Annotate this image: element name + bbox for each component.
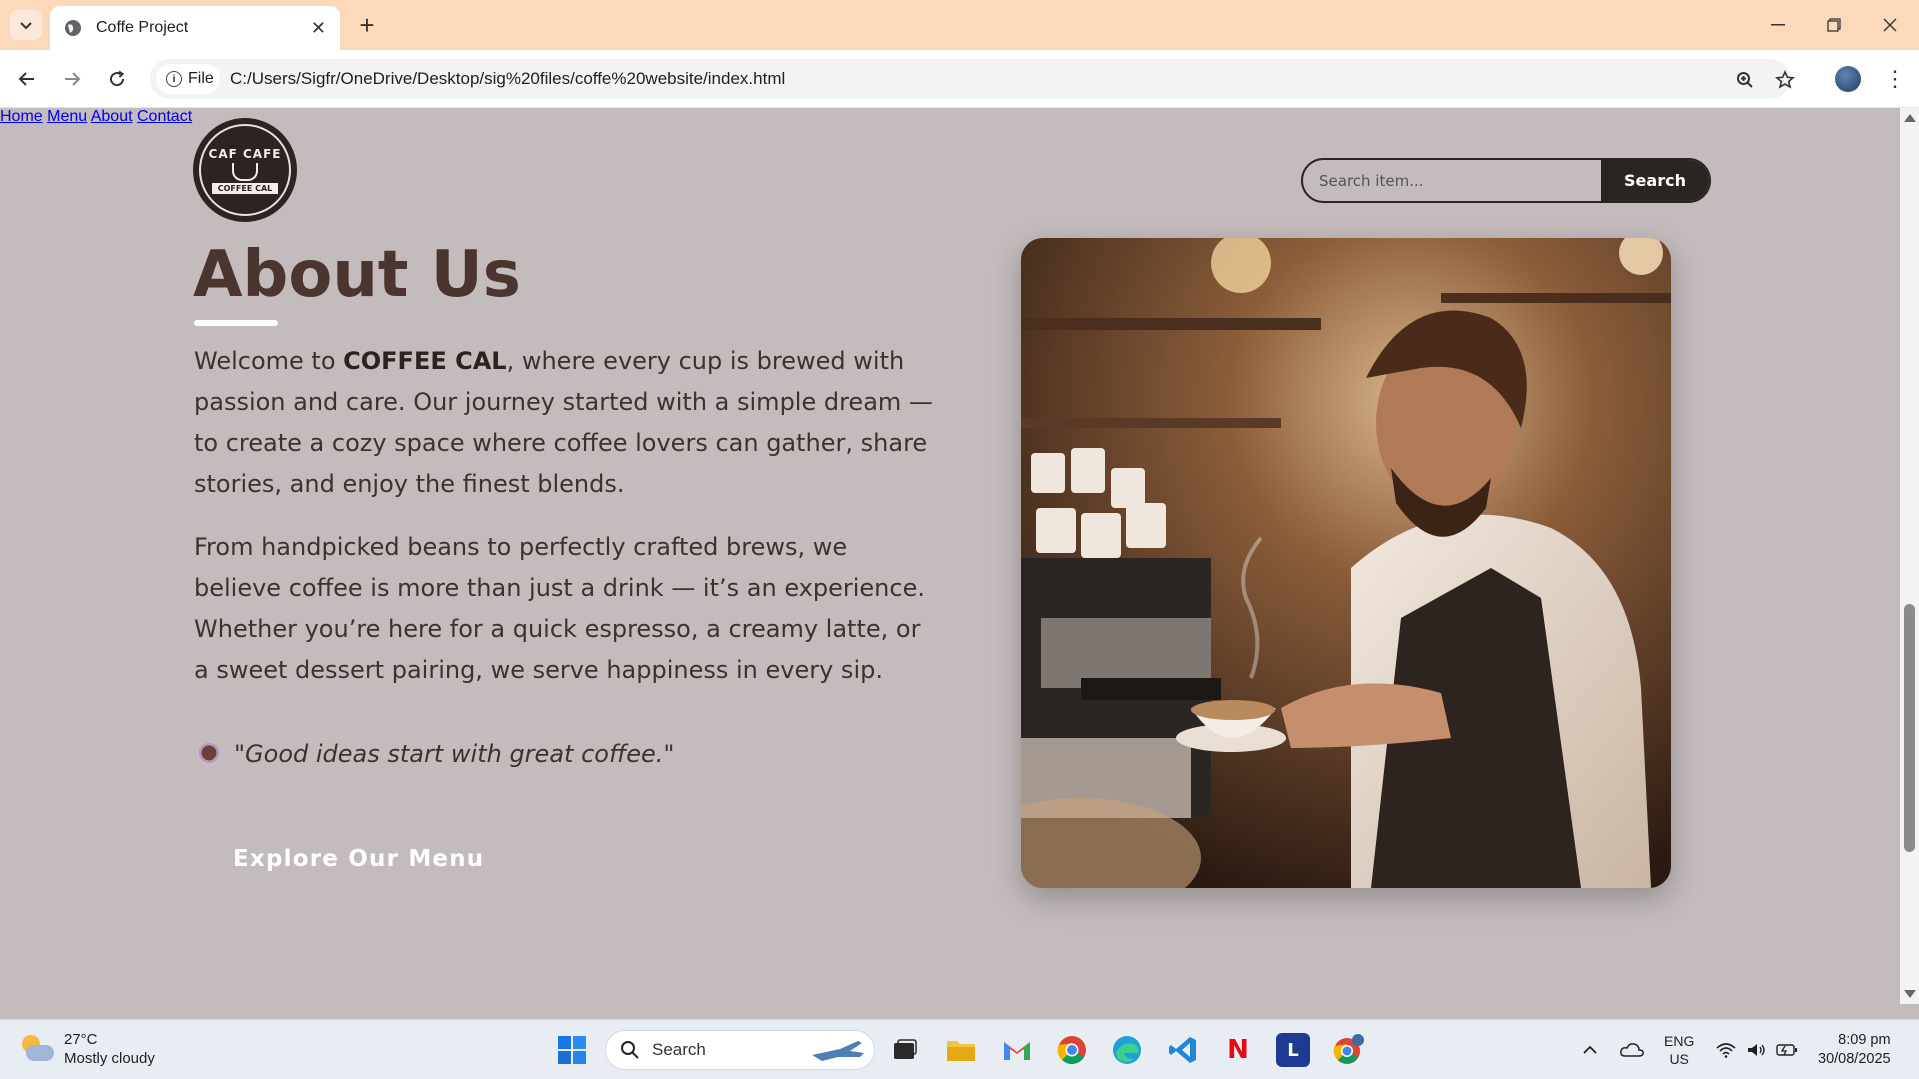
close-icon <box>1883 18 1897 32</box>
clock-date: 30/08/2025 <box>1818 1051 1891 1067</box>
battery-icon[interactable] <box>1776 1020 1798 1079</box>
back-button[interactable] <box>12 64 42 94</box>
nav-contact[interactable]: Contact <box>137 108 192 125</box>
nav-about[interactable]: About <box>91 108 133 125</box>
wifi-icon[interactable] <box>1716 1020 1736 1079</box>
logo-ring: CAF CAFE COFFEE CAL <box>199 124 291 216</box>
language-indicator[interactable]: ENG US <box>1664 1020 1694 1079</box>
search-icon <box>621 1041 639 1059</box>
reload-button[interactable] <box>102 64 132 94</box>
explore-menu-button[interactable]: Explore Our Menu <box>233 846 484 872</box>
tab-search-button[interactable] <box>10 10 42 40</box>
page-scrollbar[interactable] <box>1900 108 1919 1004</box>
forward-button[interactable] <box>57 64 87 94</box>
info-icon: i <box>166 71 182 87</box>
page-viewport: CAF CAFE COFFEE CAL Home Menu About Cont… <box>0 108 1900 1004</box>
quote-text: "Good ideas start with great coffee." <box>234 740 675 768</box>
browser-menu-icon[interactable]: ⋮ <box>1880 64 1910 94</box>
p1-before: Welcome to <box>194 347 344 375</box>
main-nav: Home Menu About Contact <box>0 108 1900 126</box>
globe-icon <box>65 20 81 36</box>
arrow-right-icon <box>65 72 81 86</box>
browser-toolbar: i File C:/Users/Sigfr/OneDrive/Desktop/s… <box>0 50 1919 108</box>
coffee-cup-icon <box>232 162 258 181</box>
lang-bottom: US <box>1669 1051 1689 1067</box>
restore-icon <box>1827 18 1841 32</box>
search-input[interactable] <box>1303 160 1601 201</box>
title-underline <box>194 320 278 326</box>
clock-time: 8:09 pm <box>1838 1032 1891 1048</box>
site-search: Search <box>1301 158 1711 203</box>
about-paragraph-1: Welcome to COFFEE CAL, where every cup i… <box>194 341 934 505</box>
onedrive-icon[interactable] <box>1620 1020 1644 1079</box>
weather-desc: Mostly cloudy <box>64 1050 155 1067</box>
vscode-icon[interactable] <box>1166 1033 1200 1067</box>
barista-photo <box>1021 238 1671 888</box>
logo-arc-text: CAF CAFE <box>208 146 282 161</box>
browser-tab-strip: Coffe Project ✕ + <box>0 0 1919 50</box>
new-tab-button[interactable]: + <box>352 10 382 40</box>
nav-menu[interactable]: Menu <box>47 108 87 125</box>
tray-overflow-icon[interactable] <box>1582 1020 1598 1079</box>
about-title: About Us <box>193 238 521 312</box>
gmail-icon[interactable] <box>1000 1033 1034 1067</box>
zoom-icon[interactable] <box>1732 67 1758 93</box>
minimize-button[interactable] <box>1750 0 1806 50</box>
clock[interactable]: 8:09 pm 30/08/2025 <box>1818 1020 1891 1079</box>
brand-name: COFFEE CAL <box>343 347 507 375</box>
chrome-icon[interactable] <box>1055 1033 1089 1067</box>
restore-button[interactable] <box>1806 0 1862 50</box>
browser-tab[interactable]: Coffe Project ✕ <box>50 6 340 50</box>
partly-cloudy-icon <box>20 1035 54 1063</box>
site-info-chip[interactable]: i File <box>156 64 220 94</box>
coffee-bean-icon <box>198 743 220 765</box>
file-chip-label: File <box>188 70 214 87</box>
search-button[interactable]: Search <box>1601 160 1709 201</box>
scroll-down-arrow-icon[interactable] <box>1904 990 1916 998</box>
profile-avatar[interactable] <box>1835 66 1861 92</box>
chrome-profile-icon[interactable] <box>1331 1033 1365 1067</box>
windows-taskbar: 27°C Mostly cloudy Search N L ENG US 8:0… <box>0 1019 1919 1079</box>
weather-widget[interactable]: 27°C Mostly cloudy <box>20 1030 155 1068</box>
bookmark-star-icon[interactable] <box>1772 67 1798 93</box>
logo-banner-text: COFFEE CAL <box>211 182 279 194</box>
tab-title: Coffe Project <box>96 19 189 36</box>
volume-icon[interactable] <box>1746 1020 1766 1079</box>
chevron-down-icon <box>20 22 32 30</box>
taskbar-search-label: Search <box>652 1040 706 1059</box>
minimize-icon <box>1771 24 1785 26</box>
reload-icon <box>110 70 125 87</box>
weather-temp: 27°C <box>64 1031 98 1048</box>
url-text[interactable]: C:/Users/Sigfr/OneDrive/Desktop/sig%20fi… <box>230 69 785 89</box>
scrollbar-thumb[interactable] <box>1904 604 1915 852</box>
arrow-left-icon <box>18 72 34 86</box>
scroll-up-arrow-icon[interactable] <box>1904 114 1916 122</box>
edge-icon[interactable] <box>1110 1033 1144 1067</box>
task-view-icon[interactable] <box>888 1033 922 1067</box>
lang-top: ENG <box>1664 1033 1695 1049</box>
barista-image <box>1021 238 1671 888</box>
about-quote: "Good ideas start with great coffee." <box>198 740 674 768</box>
taskbar-search[interactable]: Search <box>605 1030 875 1070</box>
l-app-icon[interactable]: L <box>1276 1033 1310 1067</box>
airplane-highlight-icon <box>812 1041 864 1061</box>
file-explorer-icon[interactable] <box>944 1033 978 1067</box>
start-button[interactable] <box>555 1033 589 1067</box>
close-window-button[interactable] <box>1862 0 1918 50</box>
close-tab-icon[interactable]: ✕ <box>311 18 326 39</box>
netflix-icon[interactable]: N <box>1221 1033 1255 1067</box>
address-bar[interactable]: i File C:/Users/Sigfr/OneDrive/Desktop/s… <box>150 59 1795 99</box>
site-logo[interactable]: CAF CAFE COFFEE CAL <box>193 118 297 222</box>
windows-logo-icon <box>558 1036 586 1064</box>
about-paragraph-2: From handpicked beans to perfectly craft… <box>194 533 925 684</box>
nav-home[interactable]: Home <box>0 108 43 125</box>
